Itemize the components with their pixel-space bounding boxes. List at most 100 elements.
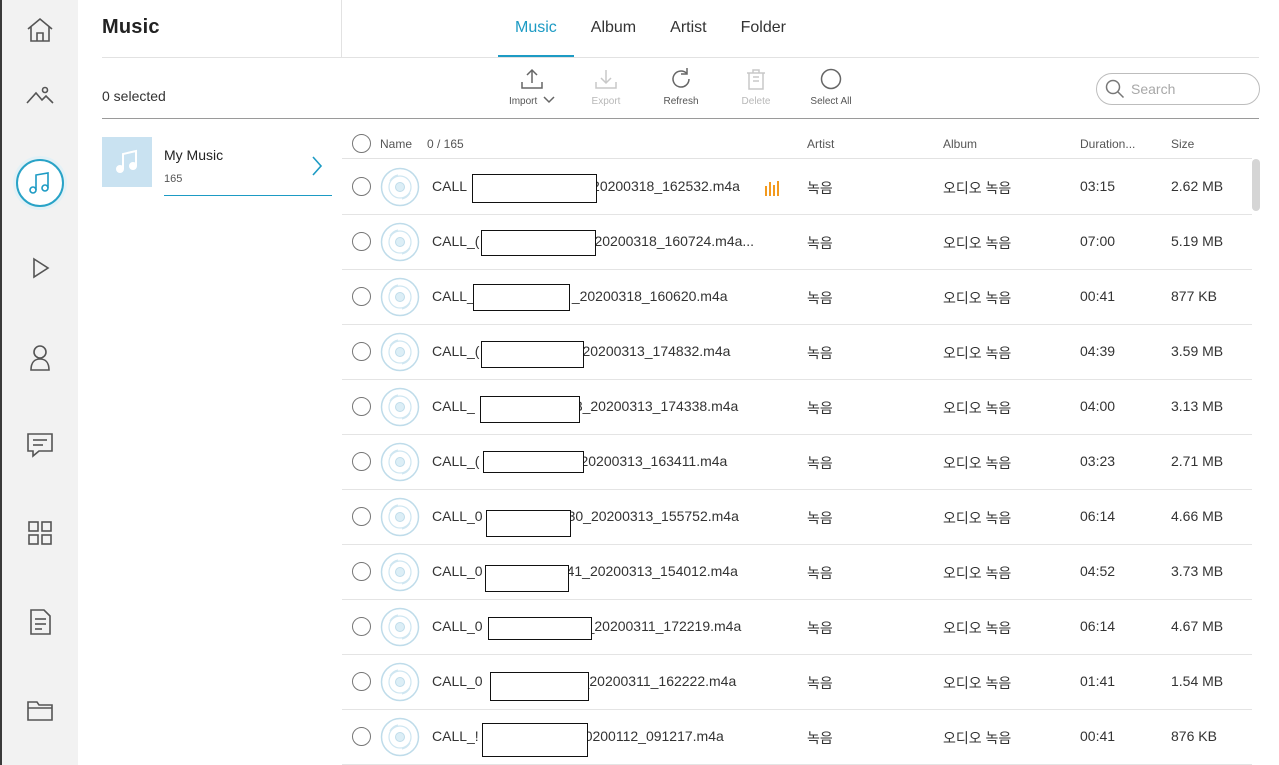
row-checkbox[interactable] — [352, 452, 371, 471]
table-row[interactable]: CALL_ 3_20200313_174338.m4a 녹음 오디오 녹음 04:… — [342, 380, 1252, 435]
apps-grid-icon — [28, 521, 52, 545]
row-checkbox[interactable] — [352, 727, 371, 746]
header-divider — [341, 0, 342, 58]
tab-artist[interactable]: Artist — [653, 0, 723, 58]
nav-documents[interactable] — [2, 592, 78, 652]
tab-album[interactable]: Album — [574, 0, 653, 58]
left-nav-rail — [0, 0, 78, 765]
header-size[interactable]: Size — [1171, 137, 1194, 151]
redaction-box — [486, 510, 571, 537]
row-checkbox[interactable] — [352, 232, 371, 251]
row-checkbox[interactable] — [352, 617, 371, 636]
track-size: 4.66 MB — [1171, 508, 1224, 524]
track-album: 오디오 녹음 — [943, 510, 1012, 526]
table-row[interactable]: CALL_0 _20200311_172219.m4a 녹음 오디오 녹음 06:… — [342, 600, 1252, 655]
select-all-button[interactable]: Select All — [796, 66, 866, 107]
row-checkbox[interactable] — [352, 397, 371, 416]
track-album: 오디오 녹음 — [943, 455, 1012, 471]
audio-disc-icon — [380, 607, 420, 647]
scrollbar-thumb[interactable] — [1252, 159, 1260, 211]
playlist-count: 165 — [164, 173, 183, 185]
table-row[interactable]: CALL_0 41_20200313_154012.m4a 녹음 오디오 녹음 0… — [342, 545, 1252, 600]
table-row[interactable]: CALL_ _20200318_160620.m4a 녹음 오디오 녹음 00:4… — [342, 270, 1252, 325]
search-box[interactable] — [1096, 73, 1260, 105]
track-duration: 01:41 — [1080, 673, 1116, 689]
track-duration: 04:52 — [1080, 563, 1116, 579]
tab-music[interactable]: Music — [498, 0, 574, 58]
audio-disc-icon — [380, 332, 420, 372]
row-checkbox[interactable] — [352, 562, 371, 581]
nav-messages[interactable] — [2, 415, 78, 475]
track-duration: 06:14 — [1080, 508, 1116, 524]
filename-prefix: CALL_! — [432, 728, 479, 744]
track-size: 3.73 MB — [1171, 563, 1224, 579]
row-checkbox[interactable] — [352, 177, 371, 196]
import-label: Import — [508, 96, 538, 107]
table-row[interactable]: CALL_0 30_20200313_155752.m4a 녹음 오디오 녹음 0… — [342, 490, 1252, 545]
toolbar-bottom-divider — [102, 118, 1259, 119]
import-button[interactable]: Import — [497, 66, 567, 107]
row-checkbox[interactable] — [352, 507, 371, 526]
home-icon — [27, 17, 53, 42]
nav-video[interactable] — [2, 238, 78, 298]
filename-prefix: CALL_( — [432, 343, 480, 359]
redaction-box — [483, 451, 584, 473]
tab-folder[interactable]: Folder — [724, 0, 803, 58]
header-name[interactable]: Name — [380, 137, 412, 151]
search-input[interactable] — [1131, 81, 1251, 97]
header-artist[interactable]: Artist — [807, 137, 834, 151]
audio-disc-icon — [380, 387, 420, 427]
playlist-item-my-music[interactable]: My Music 165 — [102, 137, 332, 197]
filename-prefix: CALL — [432, 178, 468, 194]
nav-apps[interactable] — [2, 503, 78, 563]
refresh-button[interactable]: Refresh — [646, 66, 716, 107]
select-all-checkbox[interactable] — [352, 134, 371, 153]
header-bottom-divider — [102, 57, 1259, 58]
playlist-thumbnail — [102, 137, 152, 187]
redaction-box — [485, 565, 569, 592]
filename-suffix: 20200318_160724.m4a... — [594, 233, 755, 249]
track-album: 오디오 녹음 — [943, 730, 1012, 746]
filename-suffix: _20200318_160620.m4a — [571, 288, 728, 304]
playlist-underline — [164, 195, 332, 196]
header-album[interactable]: Album — [943, 137, 977, 151]
track-artist: 녹음 — [807, 235, 833, 251]
redaction-box — [488, 617, 592, 640]
music-icon — [29, 172, 49, 194]
row-checkbox[interactable] — [352, 287, 371, 306]
chevron-down-icon[interactable] — [543, 96, 555, 104]
table-row[interactable]: CALL_0 _20200311_162222.m4a 녹음 오디오 녹음 01:… — [342, 655, 1252, 710]
selected-count: 0 selected — [102, 88, 166, 104]
nav-home[interactable] — [2, 0, 78, 60]
table-row[interactable]: CALL_(20200313_163411.m4a 녹음 오디오 녹음 03:2… — [342, 435, 1252, 490]
photos-icon — [26, 86, 54, 104]
documents-icon — [30, 609, 51, 635]
table-row[interactable]: CALL_(20200313_174832.m4a 녹음 오디오 녹음 04:3… — [342, 325, 1252, 380]
active-indicator — [16, 159, 64, 207]
select-all-label: Select All — [810, 96, 852, 107]
filename-suffix: 30_20200313_155752.m4a — [567, 508, 739, 524]
track-artist: 녹음 — [807, 290, 833, 306]
filename-prefix: CALL_0 — [432, 618, 483, 634]
track-album: 오디오 녹음 — [943, 620, 1012, 636]
nav-folder[interactable] — [2, 680, 78, 740]
row-checkbox[interactable] — [352, 672, 371, 691]
delete-button[interactable]: Delete — [721, 66, 791, 107]
redaction-box — [490, 672, 589, 701]
tab-bar: Music Album Artist Folder — [498, 0, 803, 58]
export-button[interactable]: Export — [571, 66, 641, 107]
nav-music[interactable] — [2, 153, 78, 213]
header-count: 0 / 165 — [427, 137, 464, 151]
track-size: 2.71 MB — [1171, 453, 1224, 469]
chevron-right-icon[interactable] — [310, 155, 324, 177]
audio-disc-icon — [380, 167, 420, 207]
table-row[interactable]: CALL_(20200318_160724.m4a... 녹음 오디오 녹음 0… — [342, 215, 1252, 270]
table-row[interactable]: CALL 20200318_162532.m4a 녹음 오디오 녹음 03:15 … — [342, 160, 1252, 215]
row-checkbox[interactable] — [352, 342, 371, 361]
nav-contacts[interactable] — [2, 328, 78, 388]
search-icon — [1105, 79, 1125, 99]
filename-prefix: CALL_ — [432, 288, 475, 304]
header-duration[interactable]: Duration... — [1080, 137, 1135, 151]
table-row[interactable]: CALL_! 0200112_091217.m4a 녹음 오디오 녹음 00:41… — [342, 710, 1252, 765]
nav-photos[interactable] — [2, 66, 78, 126]
